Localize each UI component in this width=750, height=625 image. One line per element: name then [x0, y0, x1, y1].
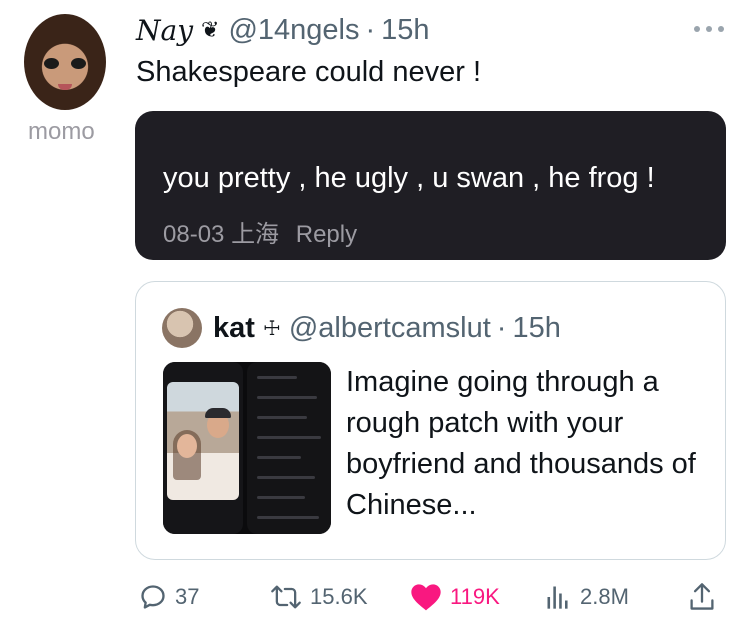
quoted-tweet-timestamp[interactable]: 15h — [512, 312, 560, 345]
thumbnail-phone-left — [163, 362, 243, 534]
views-count: 2.8M — [580, 584, 629, 609]
name-badge-icon: ❦ — [201, 17, 220, 42]
quoted-header-separator: · — [496, 311, 507, 344]
thumbnail-phone-right — [247, 362, 331, 534]
speech-bubble-icon — [141, 585, 165, 609]
screenshot-location: 上海 — [231, 221, 280, 248]
author-handle[interactable]: @14ngels — [228, 14, 359, 47]
screenshot-reply-label: Reply — [295, 221, 358, 248]
retweet-icon — [271, 585, 301, 609]
heart-icon — [411, 584, 441, 611]
screenshot-comment-text: you pretty , he ugly , u swan , he frog … — [163, 162, 655, 194]
tweet-header: Nay ❦ @14ngels · 15h — [136, 12, 430, 48]
quoted-author-handle[interactable]: @albertcamslut — [289, 312, 491, 345]
tweet-text: Shakespeare could never ! — [136, 56, 481, 88]
quoted-author-display-name[interactable]: kat — [213, 312, 255, 345]
retweet-button[interactable]: 15.6K — [270, 580, 368, 614]
reply-button[interactable]: 37 — [139, 580, 199, 614]
more-dots-icon[interactable] — [694, 22, 724, 36]
screenshot-username: momo — [28, 118, 95, 145]
quoted-tweet-thumbnail[interactable] — [163, 362, 331, 534]
screenshot-date: 08-03 — [163, 221, 225, 248]
tweet-action-bar: 37 15.6K 119K 2.8M — [0, 580, 750, 614]
share-button[interactable] — [688, 580, 716, 614]
retweet-count: 15.6K — [310, 584, 368, 609]
avatar-eye-right — [71, 58, 86, 69]
quoted-tweet-header: kat ☩ @albertcamslut · 15h — [213, 310, 561, 346]
bar-chart-icon — [547, 586, 568, 609]
author-display-name[interactable]: Nay — [136, 14, 193, 47]
reply-count: 37 — [175, 584, 200, 609]
author-avatar[interactable] — [24, 14, 106, 110]
like-button[interactable]: 119K — [410, 580, 500, 614]
like-count: 119K — [450, 584, 500, 609]
quoted-tweet-text: Imagine going through a rough patch with… — [346, 366, 696, 521]
views-button[interactable]: 2.8M — [544, 580, 629, 614]
quoted-name-badge-icon: ☩ — [262, 317, 281, 340]
avatar-mouth — [58, 84, 72, 90]
share-icon — [690, 583, 714, 610]
avatar-eye-left — [44, 58, 59, 69]
tweet-timestamp[interactable]: 15h — [381, 14, 429, 47]
thumbnail-couple-photo — [167, 382, 239, 500]
quoted-author-avatar[interactable] — [162, 308, 202, 348]
screenshot-comment-meta: 08-03 上海 Reply — [163, 214, 357, 249]
header-separator: · — [365, 13, 376, 46]
